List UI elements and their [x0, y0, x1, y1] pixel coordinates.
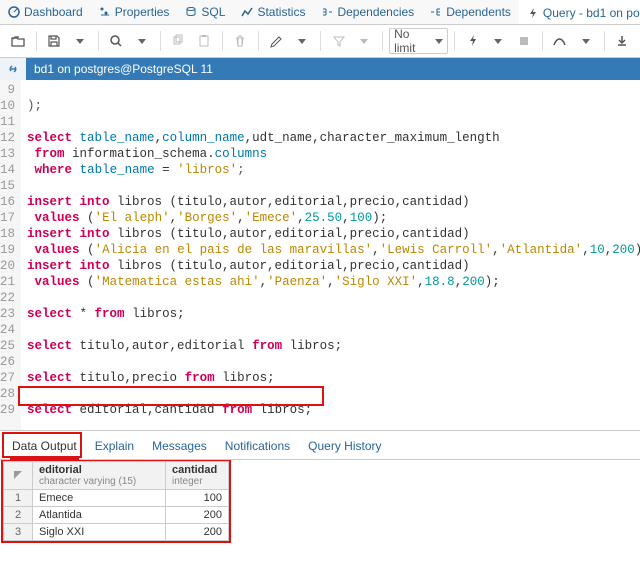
explain-dropdown[interactable] — [574, 29, 598, 53]
stop-button[interactable] — [512, 29, 536, 53]
separator — [454, 31, 455, 51]
tab-label: Dependents — [446, 5, 511, 19]
link-icon — [0, 58, 26, 80]
edit-dropdown[interactable] — [291, 29, 315, 53]
connection-bar: bd1 on postgres@PostgreSQL 11 — [0, 58, 640, 80]
tab-query[interactable]: Query - bd1 on postgres@Postgre — [519, 0, 640, 25]
filter-dropdown[interactable] — [353, 29, 377, 53]
output-tabs: Data Output Explain Messages Notificatio… — [0, 431, 640, 460]
cell[interactable]: 200 — [166, 524, 229, 541]
edit-button[interactable] — [265, 29, 289, 53]
separator — [160, 31, 161, 51]
highlight-box — [18, 386, 324, 406]
limit-select[interactable]: No limit — [389, 28, 448, 54]
tab-label: Properties — [115, 5, 170, 19]
results-table[interactable]: editorial character varying (15) cantida… — [3, 461, 229, 541]
find-dropdown[interactable] — [130, 29, 154, 53]
table-row[interactable]: 3 Siglo XXI 200 — [4, 524, 229, 541]
separator — [36, 31, 37, 51]
dashboard-icon — [8, 6, 20, 18]
tab-label: Dashboard — [24, 5, 83, 19]
tab-data-output[interactable]: Data Output — [10, 437, 79, 460]
dependencies-icon — [321, 6, 333, 18]
table-row[interactable]: 1 Emece 100 — [4, 490, 229, 507]
tab-dashboard[interactable]: Dashboard — [0, 0, 91, 24]
separator — [542, 31, 543, 51]
column-header-editorial[interactable]: editorial character varying (15) — [33, 462, 166, 490]
separator — [604, 31, 605, 51]
line-gutter: 9 10 11 12 13 14 15 16 17 18 19 20 21 22… — [0, 80, 21, 430]
tab-label: Statistics — [257, 5, 305, 19]
limit-value: No limit — [394, 27, 429, 55]
open-button[interactable] — [6, 29, 30, 53]
row-header-corner[interactable] — [4, 462, 33, 490]
find-button[interactable] — [105, 29, 129, 53]
tab-statistics[interactable]: Statistics — [233, 0, 313, 24]
tab-notifications[interactable]: Notifications — [223, 437, 292, 455]
tab-dependents[interactable]: Dependents — [422, 0, 519, 24]
sql-icon — [185, 6, 197, 18]
tab-messages[interactable]: Messages — [150, 437, 209, 455]
sql-editor[interactable]: 9 10 11 12 13 14 15 16 17 18 19 20 21 22… — [0, 80, 640, 431]
column-header-cantidad[interactable]: cantidad integer — [166, 462, 229, 490]
tab-query-history[interactable]: Query History — [306, 437, 383, 455]
separator — [320, 31, 321, 51]
cell[interactable]: 200 — [166, 507, 229, 524]
results-panel: editorial character varying (15) cantida… — [1, 459, 231, 543]
tab-explain[interactable]: Explain — [93, 437, 136, 455]
explain-button[interactable] — [549, 29, 573, 53]
tab-sql[interactable]: SQL — [177, 0, 233, 24]
tab-dependencies[interactable]: Dependencies — [313, 0, 422, 24]
tab-properties[interactable]: Properties — [91, 0, 178, 24]
separator — [382, 31, 383, 51]
save-dropdown[interactable] — [68, 29, 92, 53]
tab-label: Dependencies — [337, 5, 414, 19]
properties-icon — [99, 6, 111, 18]
execute-button[interactable] — [461, 29, 485, 53]
cell[interactable]: Siglo XXI — [33, 524, 166, 541]
bolt-icon — [527, 7, 539, 19]
dependents-icon — [430, 6, 442, 18]
stats-icon — [241, 6, 253, 18]
connection-label: bd1 on postgres@PostgreSQL 11 — [26, 62, 221, 76]
cell[interactable]: Atlantida — [33, 507, 166, 524]
toolbar: No limit — [0, 25, 640, 58]
execute-dropdown[interactable] — [487, 29, 511, 53]
top-tabs: Dashboard Properties SQL Statistics Depe… — [0, 0, 640, 25]
delete-button[interactable] — [229, 29, 253, 53]
separator — [258, 31, 259, 51]
tab-label: SQL — [201, 5, 225, 19]
copy-button[interactable] — [167, 29, 191, 53]
code-area[interactable]: ); select table_name,column_name,udt_nam… — [21, 80, 640, 430]
download-button[interactable] — [611, 29, 635, 53]
separator — [98, 31, 99, 51]
cell[interactable]: Emece — [33, 490, 166, 507]
paste-button[interactable] — [192, 29, 216, 53]
tab-label: Query - bd1 on postgres@Postgre — [543, 6, 640, 20]
save-button[interactable] — [42, 29, 66, 53]
table-row[interactable]: 2 Atlantida 200 — [4, 507, 229, 524]
cell[interactable]: 100 — [166, 490, 229, 507]
filter-button[interactable] — [327, 29, 351, 53]
separator — [222, 31, 223, 51]
